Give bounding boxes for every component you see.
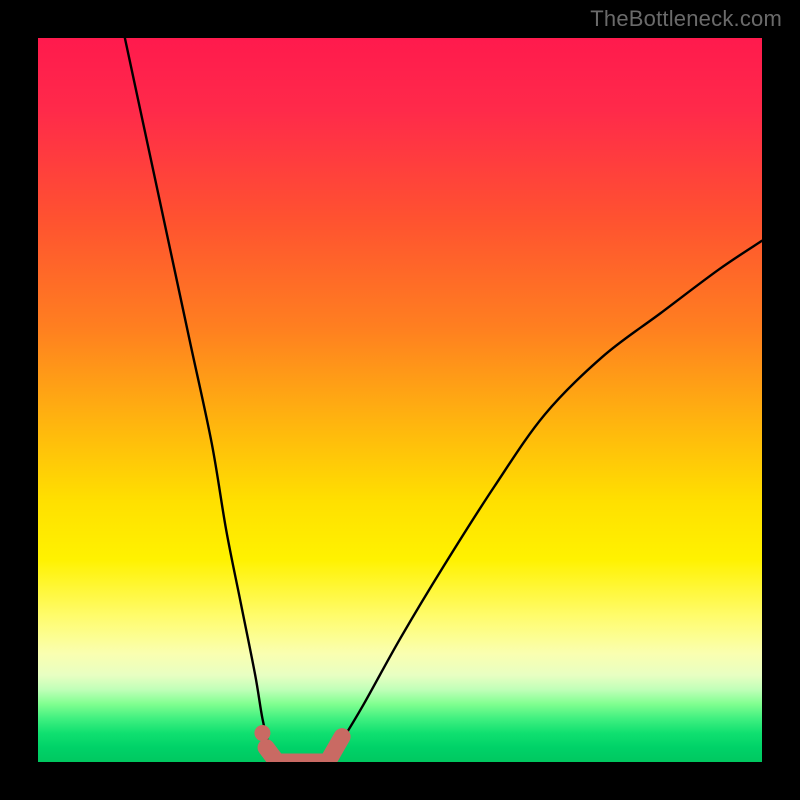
bottom-marker-group	[254, 725, 342, 762]
marker-segment-3	[328, 737, 342, 762]
watermark-text: TheBottleneck.com	[590, 6, 782, 32]
curve-left-branch	[125, 38, 277, 762]
marker-dot	[254, 725, 270, 741]
curve-right-branch	[328, 241, 762, 762]
plot-area	[38, 38, 762, 762]
chart-frame: TheBottleneck.com	[0, 0, 800, 800]
curve-layer	[38, 38, 762, 762]
